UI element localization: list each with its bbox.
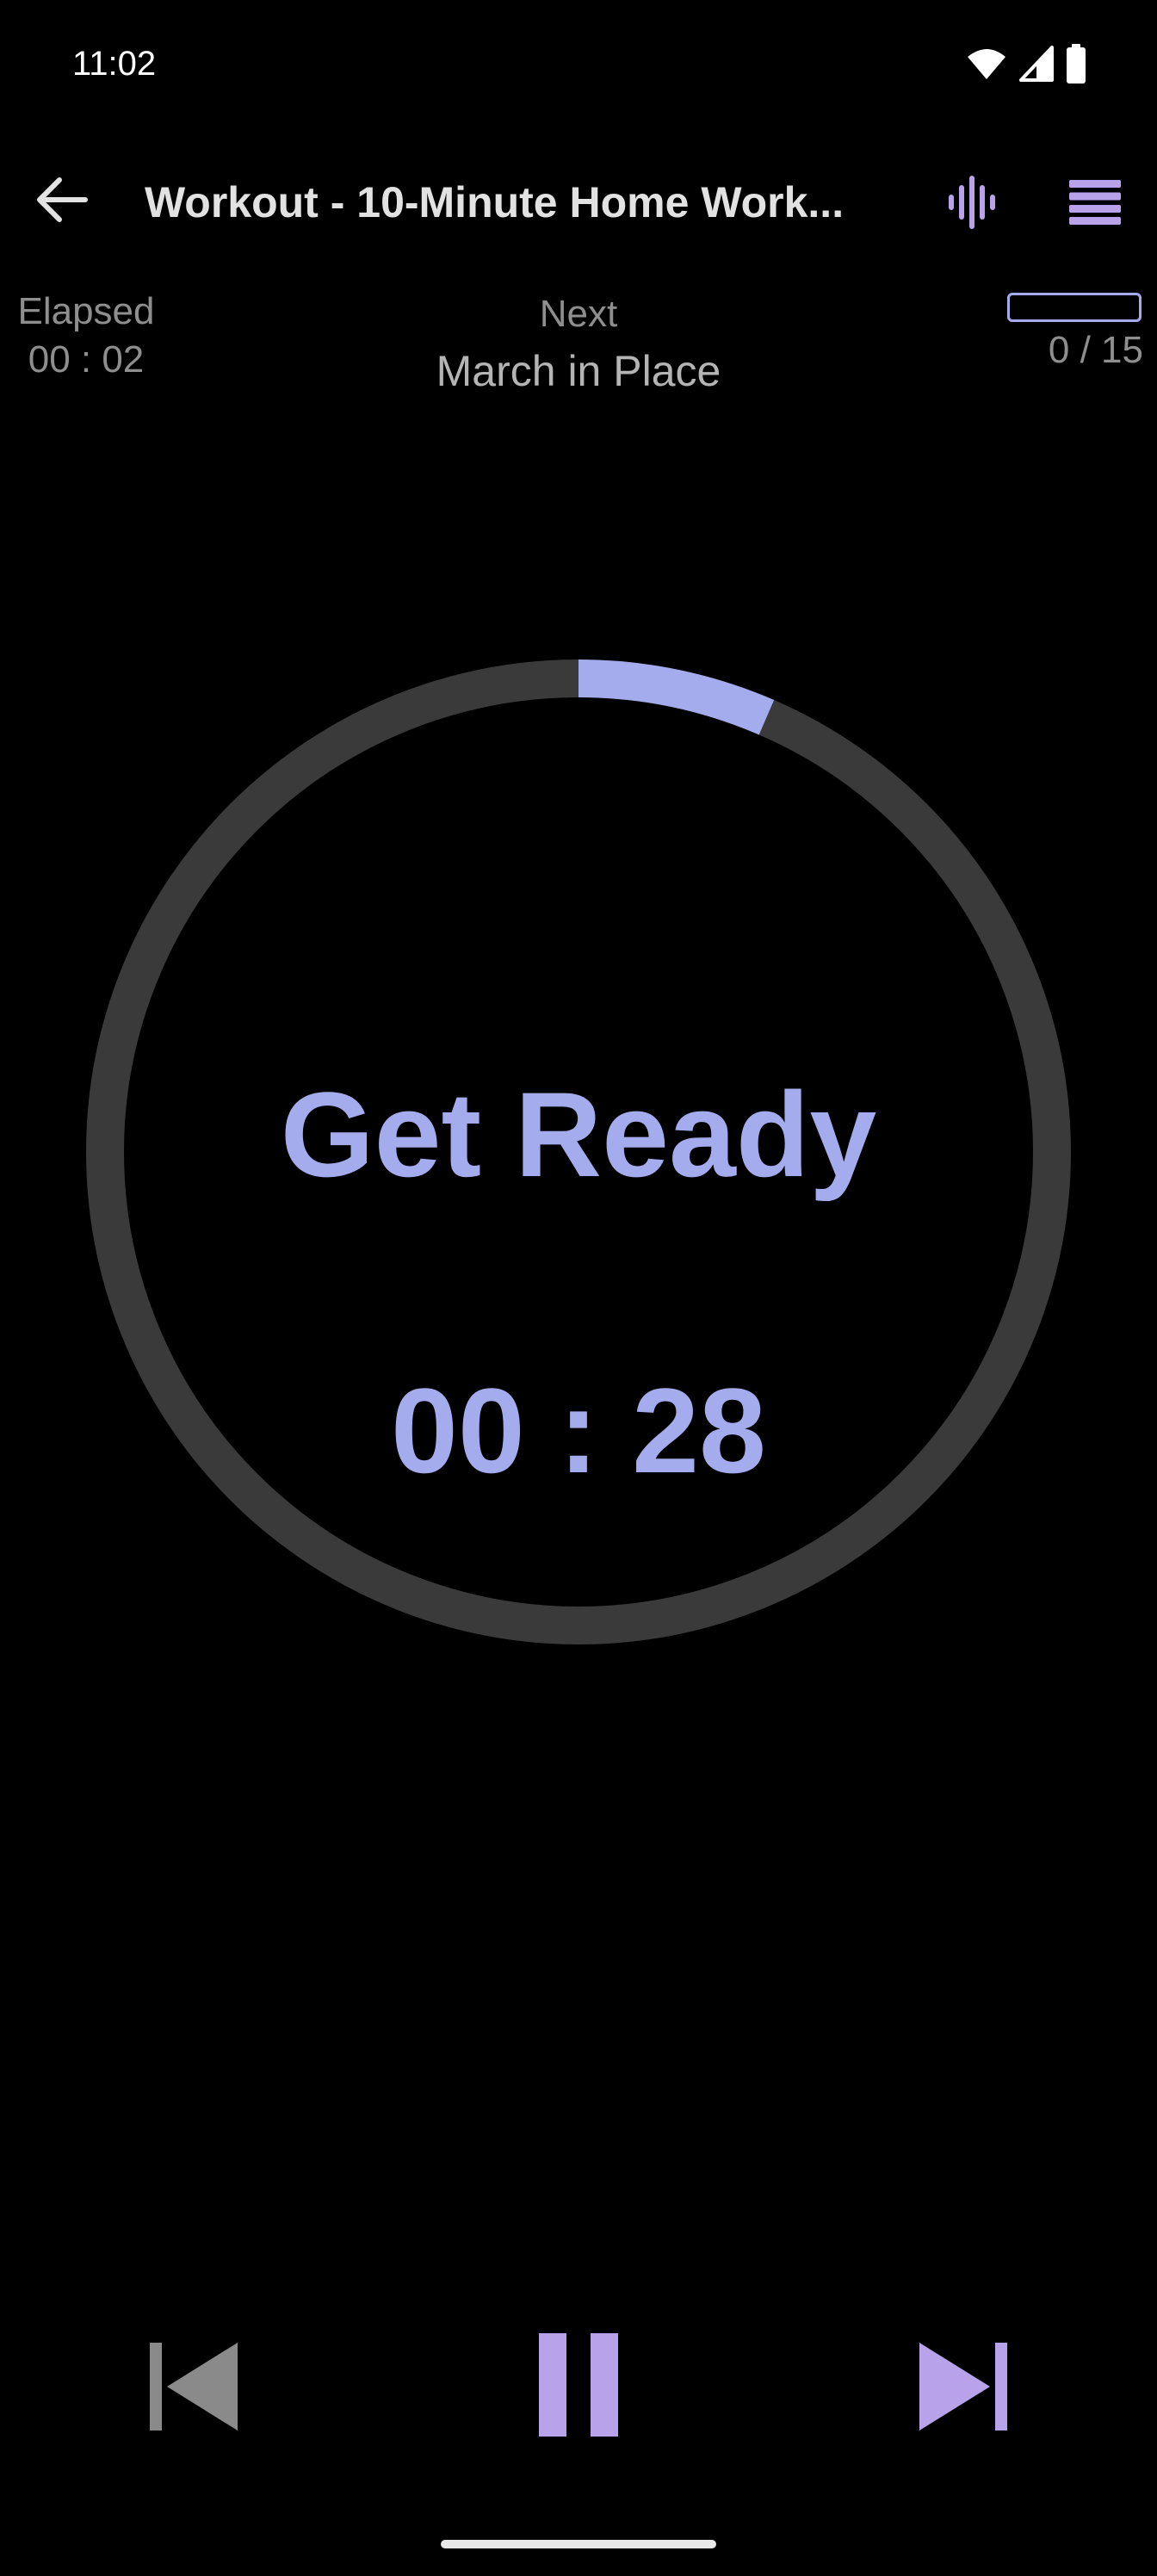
voice-button[interactable] bbox=[938, 169, 1005, 236]
elapsed-block: Elapsed 00 : 02 bbox=[9, 288, 164, 384]
workout-progress: 0 / 15 bbox=[954, 293, 1143, 377]
skip-next-icon bbox=[919, 2343, 1007, 2430]
next-button[interactable] bbox=[907, 2335, 1019, 2438]
status-time: 11:02 bbox=[72, 45, 157, 83]
progress-bar bbox=[1007, 293, 1142, 322]
next-exercise-block: Next March in Place bbox=[320, 288, 837, 401]
menu-button[interactable] bbox=[1059, 169, 1131, 236]
phase-label: Get Ready bbox=[280, 1067, 877, 1202]
next-exercise-name: March in Place bbox=[436, 347, 721, 395]
cell-signal-icon bbox=[1019, 46, 1054, 82]
page-title: Workout - 10-Minute Home Work... bbox=[145, 178, 845, 226]
previous-button[interactable] bbox=[138, 2335, 250, 2438]
pause-button[interactable] bbox=[522, 2325, 635, 2445]
pause-icon bbox=[539, 2333, 618, 2437]
arrow-back-icon bbox=[37, 177, 88, 222]
countdown-timer: 00 : 28 bbox=[391, 1363, 766, 1498]
timer-ring-progress bbox=[578, 659, 775, 735]
progress-count: 0 / 15 bbox=[1048, 329, 1143, 371]
next-label: Next bbox=[539, 293, 618, 335]
battery-icon bbox=[1067, 44, 1086, 84]
menu-list-icon bbox=[1069, 180, 1121, 225]
home-indicator[interactable] bbox=[441, 2540, 716, 2548]
wifi-icon bbox=[968, 49, 1005, 79]
voice-waveform-icon bbox=[949, 176, 995, 229]
status-icons bbox=[966, 41, 1086, 86]
elapsed-label: Elapsed bbox=[17, 290, 155, 332]
elapsed-value: 00 : 02 bbox=[28, 338, 145, 381]
back-button[interactable] bbox=[26, 164, 98, 236]
skip-previous-icon bbox=[150, 2343, 238, 2430]
